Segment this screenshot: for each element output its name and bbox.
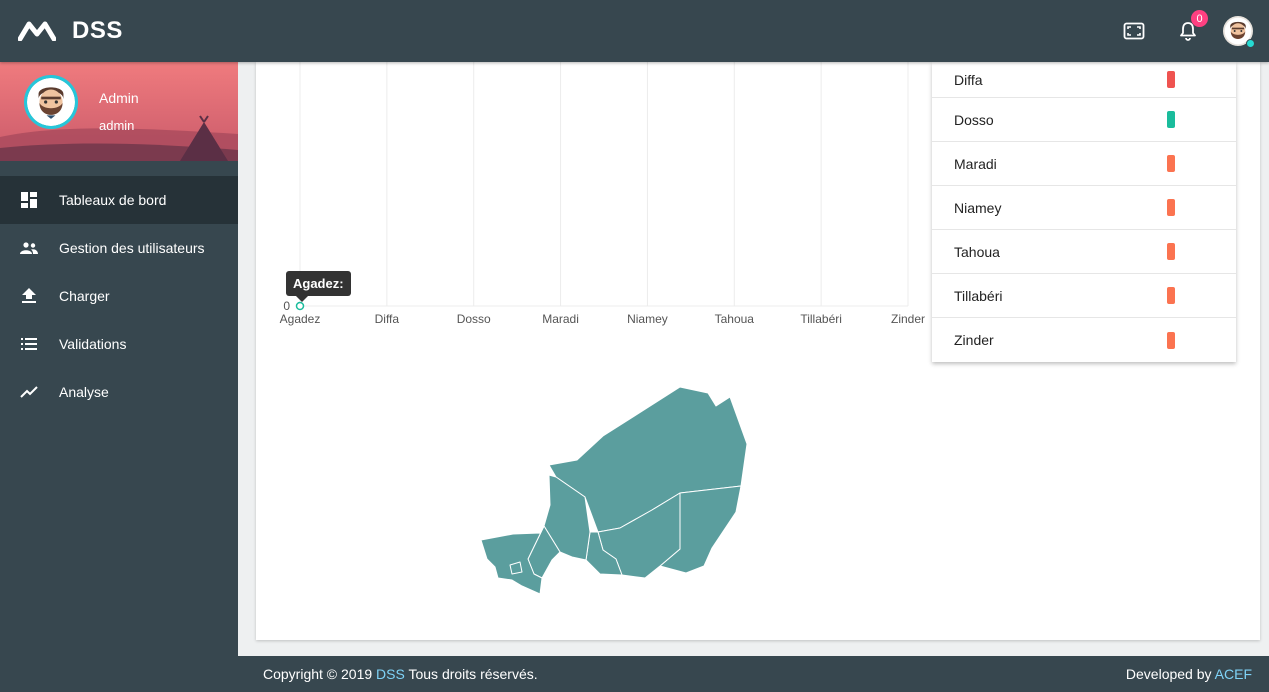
legend-swatch bbox=[1167, 243, 1175, 260]
sidebar-item-label: Gestion des utilisateurs bbox=[59, 240, 205, 256]
x-tick-label: Maradi bbox=[542, 312, 579, 326]
x-tick-label: Zinder bbox=[891, 312, 925, 326]
legend-item[interactable]: Tahoua bbox=[932, 230, 1236, 274]
legend-label: Zinder bbox=[954, 332, 994, 348]
sidebar-item-upload[interactable]: Charger bbox=[0, 272, 238, 320]
legend-label: Tillabéri bbox=[954, 287, 1003, 304]
profile-name[interactable]: Admin bbox=[99, 90, 139, 106]
legend-label: Dosso bbox=[954, 111, 994, 128]
notification-badge: 0 bbox=[1191, 10, 1208, 27]
list-icon bbox=[20, 335, 38, 353]
user-menu-button[interactable] bbox=[1215, 0, 1269, 62]
region-legend: Diffa Dosso Maradi Niamey Tahoua Tillabé… bbox=[932, 62, 1236, 362]
legend-item[interactable]: Niamey bbox=[932, 186, 1236, 230]
upload-icon bbox=[20, 287, 38, 305]
profile-role: admin bbox=[99, 118, 135, 133]
x-tick-label: Tahoua bbox=[715, 312, 755, 326]
notifications-button[interactable]: 0 bbox=[1161, 0, 1215, 62]
copyright: Copyright © 2019 DSS Tous droits réservé… bbox=[263, 666, 538, 682]
avatar bbox=[1223, 16, 1255, 48]
trending-icon bbox=[20, 383, 38, 401]
users-icon bbox=[20, 239, 38, 257]
legend-swatch bbox=[1167, 331, 1175, 349]
brand[interactable]: DSS bbox=[18, 17, 123, 45]
developer-link[interactable]: ACEF bbox=[1215, 666, 1252, 682]
x-tick-label: Dosso bbox=[457, 312, 491, 326]
footer: Copyright © 2019 DSS Tous droits réservé… bbox=[238, 656, 1269, 692]
legend-swatch bbox=[1167, 287, 1175, 304]
x-tick-label: Diffa bbox=[375, 312, 400, 326]
sidebar-item-validations[interactable]: Validations bbox=[0, 320, 238, 368]
legend-item[interactable]: Maradi bbox=[932, 142, 1236, 186]
chart-tooltip: Agadez: bbox=[286, 271, 351, 302]
user-avatar-icon bbox=[27, 78, 75, 126]
profile-avatar[interactable] bbox=[24, 75, 78, 129]
legend-label: Tahoua bbox=[954, 243, 1000, 260]
logo-icon bbox=[18, 21, 56, 41]
legend-item[interactable]: Diffa bbox=[932, 62, 1236, 98]
copyright-brand-link[interactable]: DSS bbox=[376, 666, 405, 682]
sidebar-menu: Tableaux de bord Gestion des utilisateur… bbox=[0, 176, 238, 416]
data-point-agadez[interactable] bbox=[295, 301, 305, 311]
developed-by: Developed by ACEF bbox=[1126, 666, 1252, 682]
copyright-prefix: Copyright © 2019 bbox=[263, 666, 373, 682]
line-chart: Agadez Diffa Dosso Maradi Niamey Tahoua Tillab… bbox=[280, 62, 925, 326]
app-name: DSS bbox=[72, 17, 123, 44]
sidebar-item-label: Analyse bbox=[59, 384, 109, 400]
developed-by-prefix: Developed by bbox=[1125, 666, 1212, 682]
legend-item[interactable]: Tillabéri bbox=[932, 274, 1236, 318]
sidebar-item-dashboards[interactable]: Tableaux de bord bbox=[0, 176, 238, 224]
sidebar: Admin admin Tableaux de bord Gestion des… bbox=[0, 62, 238, 692]
legend-swatch bbox=[1167, 71, 1175, 88]
legend-swatch bbox=[1167, 111, 1175, 128]
legend-swatch bbox=[1167, 155, 1175, 172]
top-bar: DSS 0 bbox=[0, 0, 1269, 62]
user-profile: Admin admin bbox=[0, 62, 238, 161]
legend-label: Niamey bbox=[954, 199, 1002, 216]
y-tick-label: 0 bbox=[283, 299, 290, 313]
legend-label: Diffa bbox=[954, 71, 983, 88]
sidebar-item-label: Tableaux de bord bbox=[59, 192, 167, 208]
copyright-suffix: Tous droits réservés. bbox=[408, 666, 538, 682]
x-tick-label: Tillabéri bbox=[800, 312, 842, 326]
niger-map[interactable] bbox=[478, 384, 748, 598]
legend-item[interactable]: Zinder bbox=[932, 318, 1236, 362]
fullscreen-icon bbox=[1123, 22, 1145, 40]
sidebar-item-label: Validations bbox=[59, 336, 127, 352]
legend-item[interactable]: Dosso bbox=[932, 98, 1236, 142]
sidebar-item-label: Charger bbox=[59, 288, 110, 304]
online-status-dot bbox=[1246, 39, 1255, 48]
dashboard-icon bbox=[20, 191, 38, 209]
sidebar-item-analysis[interactable]: Analyse bbox=[0, 368, 238, 416]
legend-label: Maradi bbox=[954, 155, 997, 172]
x-tick-label: Niamey bbox=[627, 312, 668, 326]
sidebar-item-users[interactable]: Gestion des utilisateurs bbox=[0, 224, 238, 272]
legend-swatch bbox=[1167, 199, 1175, 216]
fullscreen-button[interactable] bbox=[1107, 0, 1161, 62]
x-tick-label: Agadez bbox=[280, 312, 321, 326]
